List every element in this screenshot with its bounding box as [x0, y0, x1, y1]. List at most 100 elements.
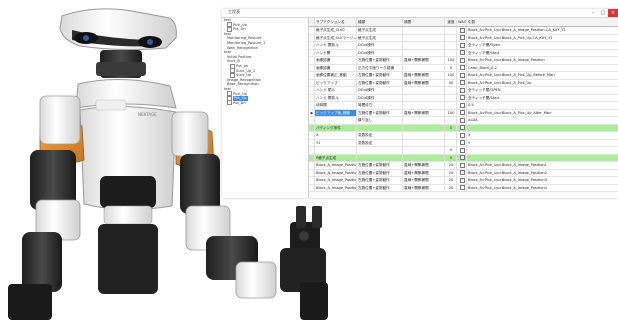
grid-cell-args[interactable]: Block_A>Pick_Up>Block_A_Image_Position4: [467, 185, 618, 192]
grid-cell-c2[interactable]: 直線+関節補間: [403, 72, 445, 79]
col-header-interp[interactable]: 補間: [403, 18, 445, 26]
grid-cell-c0[interactable]: ハンド 開放ル: [315, 42, 357, 49]
wait-checkbox[interactable]: [459, 65, 465, 70]
grid-cell-c0[interactable]: 画像認識: [315, 57, 357, 64]
grid-cell-c2[interactable]: 直線+関節補間: [403, 57, 445, 64]
grid-cell-c0[interactable]: ハンド 開放ル: [315, 94, 357, 101]
table-row[interactable]: Y1 変数設定 Y: [309, 139, 618, 147]
wait-checkbox[interactable]: [459, 42, 465, 48]
grid-cell-c1[interactable]: 左腕位置+姿勢動作: [357, 79, 403, 86]
table-row[interactable]: ハンド開 DOut操作 全ティッチ開/Start: [309, 49, 618, 57]
grid-cell-args[interactable]: [467, 147, 618, 154]
grid-cell-args[interactable]: Camr_Block_A,2: [467, 65, 618, 72]
grid-cell-args[interactable]: 全ティッチ開/Open: [467, 42, 618, 49]
grid-cell-c3[interactable]: 0: [445, 147, 457, 154]
table-row[interactable]: ハンド 閉ル DOut操作 全ティッチ閉/OPEN: [309, 87, 618, 95]
grid-cell-args[interactable]: [467, 155, 618, 162]
grid-section-row[interactable]: P格子点生成 0: [309, 154, 618, 162]
table-row[interactable]: 画像認識 左腕位置+姿勢動作 直線+関節補間 100 Block_A>Pick_Up>B…: [309, 57, 618, 65]
grid-cell-c0[interactable]: ハンド 閉ル: [315, 87, 357, 94]
grid-cell-c2[interactable]: 直線+関節補間: [403, 109, 445, 116]
wait-checkbox[interactable]: [459, 147, 465, 153]
table-row[interactable]: 待時間 時間待ち 0.5: [309, 102, 618, 110]
grid-cell-c1[interactable]: 左腕位置+姿勢動作: [357, 72, 403, 79]
grid-cell-c0[interactable]: 待時間: [315, 102, 357, 109]
grid-cell-c2[interactable]: [403, 42, 445, 49]
wait-checkbox[interactable]: [459, 117, 465, 123]
grid-cell-c2[interactable]: 直線+関節補間: [403, 184, 445, 191]
grid-cell-c2[interactable]: [403, 117, 445, 124]
grid-cell-c0[interactable]: ピックアップ後_移動: [315, 109, 357, 116]
close-icon[interactable]: ×: [608, 9, 618, 17]
grid-cell-args[interactable]: Block_A>Pick_Up>Block_A_Pick_Up,CA_KXY_Y…: [467, 35, 618, 42]
grid-cell-c0[interactable]: Block_A_Image_Position2: [315, 169, 357, 176]
wait-checkbox[interactable]: [459, 170, 465, 175]
grid-cell-c0[interactable]: ピックアップ: [315, 79, 357, 86]
wait-checkbox[interactable]: [459, 87, 465, 93]
grid-cell-args[interactable]: Block_A>Pick_Up>Block_A_Pick_Up: [467, 80, 618, 87]
col-header-speed[interactable]: 速度: [445, 18, 457, 26]
grid-cell-c2[interactable]: 直線+関節補間: [403, 177, 445, 184]
grid-cell-c2[interactable]: [403, 34, 445, 41]
grid-cell-c1[interactable]: 左腕位置+姿勢動作: [357, 162, 403, 169]
grid-cell-c3[interactable]: 100: [445, 109, 457, 116]
grid-cell-c2[interactable]: [403, 147, 445, 154]
grid-cell-args[interactable]: Block_A>Pick_Up>Block_A_Image_Position3: [467, 177, 618, 184]
grid-cell-c1[interactable]: 時間待ち: [357, 102, 403, 109]
grid-cell-c1[interactable]: 左腕位置+姿勢動作: [357, 177, 403, 184]
grid-cell-c1[interactable]: 格子点生成: [357, 27, 403, 34]
wait-checkbox[interactable]: [459, 162, 465, 168]
wait-checkbox[interactable]: [459, 140, 465, 145]
table-row[interactable]: Block_A_Image_Position3 左腕位置+姿勢動作 直線+関節補間 2…: [309, 177, 618, 185]
grid-cell-args[interactable]: 全ティッチ開/Start: [467, 95, 618, 102]
grid-cell-c3[interactable]: 0: [445, 124, 457, 131]
grid-cell-c0[interactable]: 画像認識: [315, 64, 357, 71]
grid-cell-c0[interactable]: Block_A_Image_Position3: [315, 177, 357, 184]
grid-cell-c1[interactable]: 左腕位置+姿勢動作: [357, 109, 403, 116]
grid-cell-c1[interactable]: [357, 124, 403, 131]
grid-cell-c0[interactable]: [315, 117, 357, 124]
grid-cell-args[interactable]: Block_A>Pick_Up>Block_A_Image_Position: [467, 57, 618, 64]
minimize-icon[interactable]: –: [588, 9, 598, 17]
table-row[interactable]: 0: [309, 147, 618, 155]
grid-cell-c2[interactable]: [403, 64, 445, 71]
grid-cell-args[interactable]: [467, 125, 618, 132]
grid-cell-args[interactable]: 0.5: [467, 102, 618, 109]
grid-cell-c0[interactable]: [315, 147, 357, 154]
table-row[interactable]: 画像位置補正_移動 左腕位置+姿勢動作 直線+関節補間 100 Block_A>Pick…: [309, 72, 618, 80]
grid-cell-c3[interactable]: 100: [445, 72, 457, 79]
wait-checkbox[interactable]: [459, 35, 465, 40]
wait-checkbox[interactable]: [459, 110, 465, 115]
grid-cell-c2[interactable]: [403, 124, 445, 131]
col-header-type[interactable]: 種類: [357, 18, 403, 26]
grid-cell-c0[interactable]: P格子点生成: [315, 154, 357, 161]
grid-cell-c1[interactable]: 正方位平面ワーク認識: [357, 64, 403, 71]
table-row[interactable]: 画像認識 正方位平面ワーク認識 0 Camr_Block_A,2: [309, 64, 618, 72]
grid-cell-c1[interactable]: DOut操作: [357, 49, 403, 56]
grid-cell-c0[interactable]: 画像位置補正_移動: [315, 72, 357, 79]
table-row[interactable]: Block_A_Image_Position4 左腕位置+姿勢動作 直線+関節補間 2…: [309, 184, 618, 192]
grid-cell-c0[interactable]: X: [315, 132, 357, 139]
grid-cell-c2[interactable]: [403, 132, 445, 139]
grid-cell-args[interactable]: Block_A>Pick_Up>Block_A_Image_Position1: [467, 162, 618, 169]
grid-cell-c0[interactable]: パディング条件: [315, 124, 357, 131]
wait-checkbox[interactable]: [459, 27, 465, 33]
grid-cell-c3[interactable]: 0: [445, 64, 457, 71]
col-header-name[interactable]: サブアクション名: [315, 18, 357, 26]
grid-cell-c0[interactable]: ハンド開: [315, 49, 357, 56]
grid-cell-c3[interactable]: [445, 117, 457, 124]
wait-checkbox[interactable]: [459, 57, 465, 63]
grid-cell-c2[interactable]: [403, 102, 445, 109]
grid-cell-c2[interactable]: [403, 49, 445, 56]
table-row[interactable]: Block_A_Image_Position2 左腕位置+姿勢動作 直線+関節補間 2…: [309, 169, 618, 177]
wait-checkbox[interactable]: [459, 185, 465, 190]
grid-cell-c3[interactable]: 20: [445, 169, 457, 176]
col-header-wait[interactable]: WAIT: [457, 18, 467, 26]
grid-cell-args[interactable]: Block_A>Pick_Up>Block_A_Pick_Up_After_Ma…: [467, 110, 618, 117]
grid-cell-c2[interactable]: [403, 27, 445, 34]
wait-checkbox[interactable]: [459, 177, 465, 183]
grid-cell-c1[interactable]: 左腕位置+姿勢動作: [357, 57, 403, 64]
grid-cell-c2[interactable]: [403, 139, 445, 146]
grid-cell-c0[interactable]: Block_A_Image_Position4: [315, 184, 357, 191]
grid-cell-c3[interactable]: [445, 132, 457, 139]
